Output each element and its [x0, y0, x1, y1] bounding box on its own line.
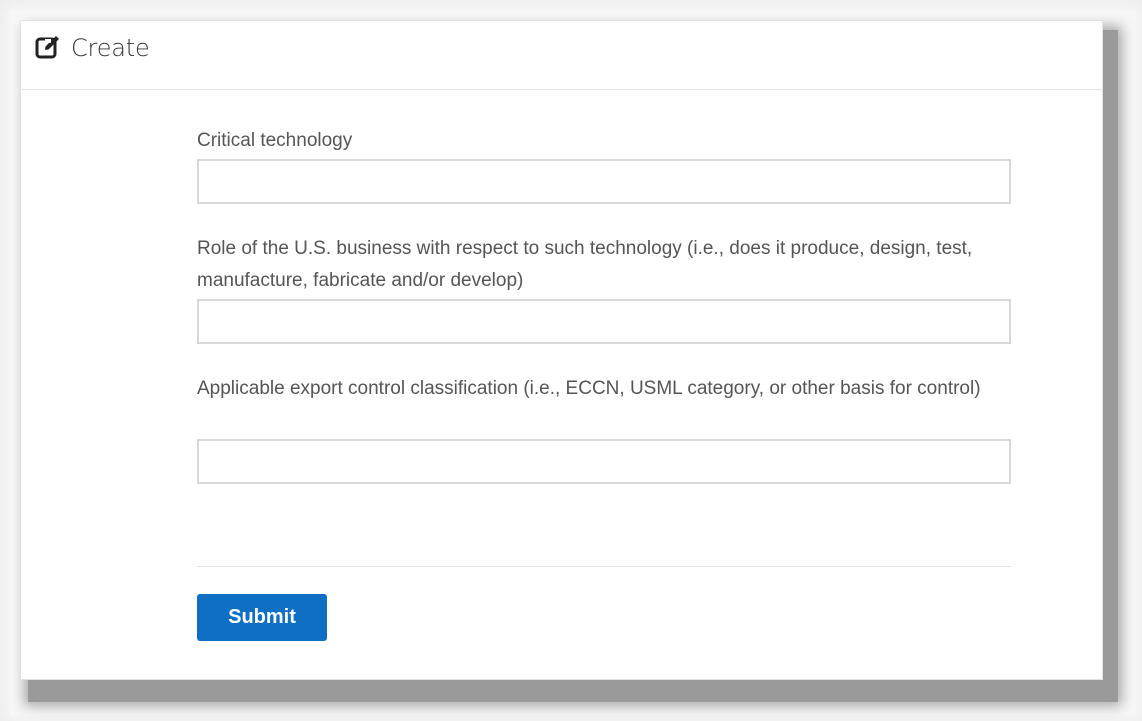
edit-icon [34, 34, 62, 62]
dialog-title: Create [71, 34, 150, 62]
dialog-header: Create [21, 21, 1102, 90]
submit-button[interactable]: Submit [197, 594, 327, 641]
form-divider [197, 566, 1011, 567]
business-role-label: Role of the U.S. business with respect t… [197, 238, 973, 291]
export-classification-input[interactable] [197, 439, 1011, 484]
screenshot-frame: Create Critical technology Role of the U… [0, 0, 1142, 721]
create-dialog: Create Critical technology Role of the U… [20, 20, 1103, 680]
export-classification-label: Applicable export control classification… [197, 378, 981, 399]
business-role-input[interactable] [197, 299, 1011, 344]
critical-technology-input[interactable] [197, 159, 1011, 204]
critical-technology-label: Critical technology [197, 130, 353, 151]
